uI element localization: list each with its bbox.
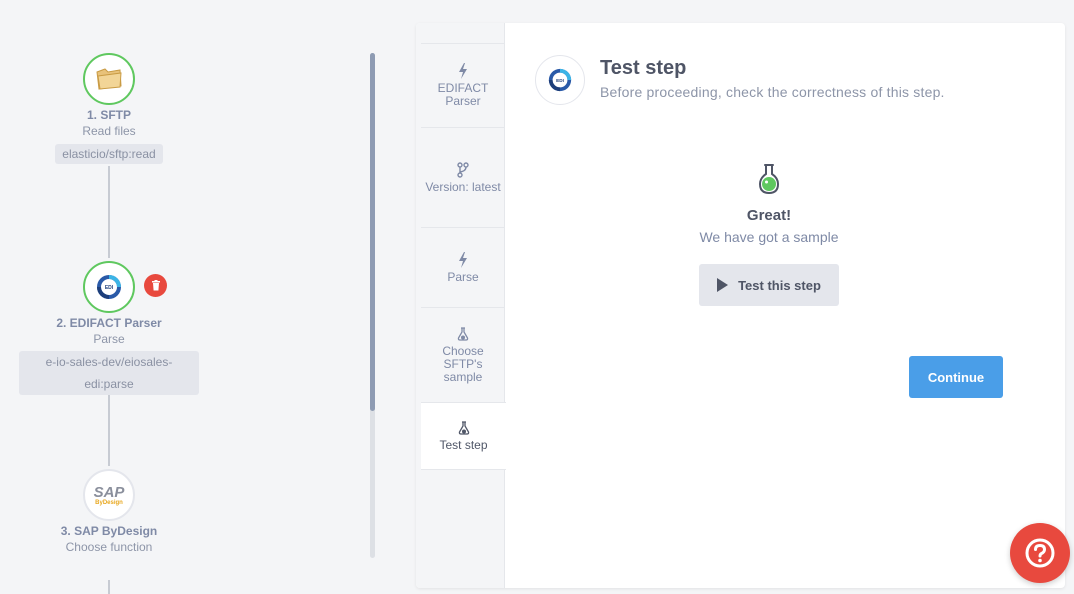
lightning-icon (458, 251, 468, 268)
flask-icon (457, 326, 469, 342)
test-step-button[interactable]: Test this step (699, 264, 839, 306)
svg-text:EDI: EDI (556, 78, 564, 83)
flow-connector (108, 392, 110, 466)
tab-choose-sample[interactable]: Choose SFTP's sample (421, 307, 505, 402)
sftp-logo-icon (83, 53, 135, 105)
step-component-tag: elasticio/sftp:read (55, 144, 163, 164)
page-description: Before proceeding, check the correctness… (600, 84, 945, 100)
flow-connector (108, 166, 110, 258)
tab-label: Parse (447, 269, 479, 284)
tab-label: Version: latest (425, 179, 501, 194)
sap-logo-icon: SAP ByDesign (83, 469, 135, 521)
test-step-content: EDI Test step Before proceeding, check t… (505, 23, 1065, 588)
tab-version[interactable]: Version: latest (421, 127, 505, 227)
step-subtitle: Read files (82, 124, 136, 138)
sap-logo-subtext: ByDesign (95, 499, 123, 506)
step-component-tag: e-io-sales-dev/eiosales-edi:parse (19, 351, 199, 395)
delete-step-button[interactable] (144, 274, 167, 297)
svg-text:EDI: EDI (105, 285, 114, 291)
step-subtitle: Choose function (65, 540, 153, 554)
step-title: 2. EDIFACT Parser (56, 316, 162, 330)
flask-icon (458, 420, 470, 436)
tab-label: Test step (439, 438, 488, 452)
tab-test-step[interactable]: Test step (421, 402, 506, 470)
test-step-button-label: Test this step (738, 277, 821, 293)
flask-icon (699, 163, 839, 195)
help-button[interactable] (1010, 523, 1070, 583)
lightning-icon (458, 63, 468, 79)
tab-edifact-parser[interactable]: EDIFACT Parser (421, 43, 505, 127)
result-title: Great! (746, 207, 792, 224)
sample-result: Great! We have got a sample (699, 163, 839, 245)
tab-label: EDIFACT Parser (437, 81, 489, 108)
sap-logo-text: SAP (93, 483, 125, 501)
step-title: 3. SAP ByDesign (60, 524, 158, 538)
tab-parse[interactable]: Parse (421, 227, 505, 307)
step-tabs: EDIFACT Parser Version: latest Parse Cho… (416, 23, 506, 588)
flow-scrollbar[interactable] (370, 53, 375, 558)
branch-icon (457, 161, 469, 178)
edi-logo-icon: EDI (83, 261, 135, 313)
edi-logo-icon: EDI (535, 55, 585, 105)
play-icon (717, 278, 729, 292)
page-title: Test step (600, 57, 687, 79)
step-config-panel: EDIFACT Parser Version: latest Parse Cho… (416, 23, 1065, 588)
tab-label: Choose SFTP's sample (442, 344, 484, 384)
trash-icon (151, 280, 160, 291)
step-subtitle: Parse (93, 332, 125, 346)
flow-step-sftp[interactable]: 1. SFTP Read files elasticio/sftp:read (0, 53, 218, 164)
continue-button[interactable]: Continue (909, 356, 1003, 398)
flow-canvas: 1. SFTP Read files elasticio/sftp:read E… (0, 0, 380, 594)
step-title: 1. SFTP (86, 108, 131, 122)
flow-scrollbar-thumb[interactable] (370, 53, 375, 411)
flow-step-edifact[interactable]: EDI 2. EDIFACT Parser Parse e-io-sales-d… (0, 261, 218, 395)
result-message: We have got a sample (699, 229, 839, 245)
flow-step-sap[interactable]: SAP ByDesign 3. SAP ByDesign Choose func… (0, 469, 218, 555)
question-icon (1025, 538, 1055, 568)
flow-connector (108, 580, 110, 594)
